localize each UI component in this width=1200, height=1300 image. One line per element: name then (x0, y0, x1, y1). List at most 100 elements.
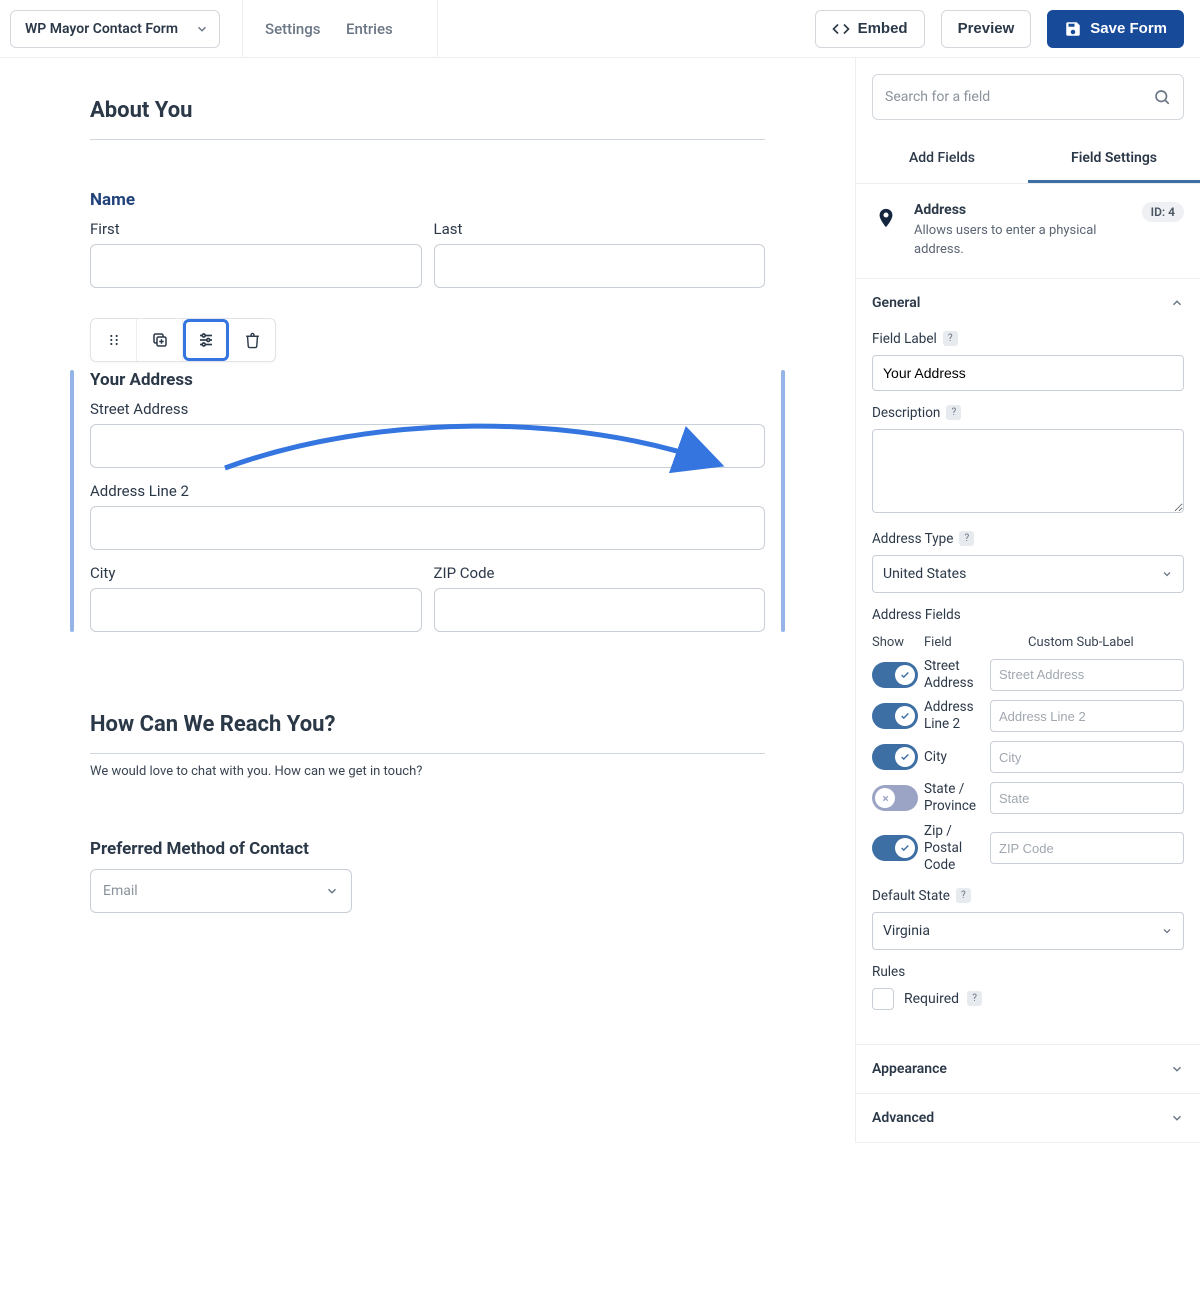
chevron-down-icon (195, 22, 209, 36)
toggle-show[interactable] (872, 835, 918, 861)
address-field[interactable]: Your Address Street Address Address Line… (90, 370, 765, 632)
delete-button[interactable] (229, 319, 275, 361)
line2-input[interactable] (90, 506, 765, 550)
first-label: First (90, 220, 422, 238)
top-bar: WP Mayor Contact Form Settings Entries E… (0, 0, 1200, 58)
panel-appearance: Appearance (856, 1045, 1200, 1094)
panel-appearance-title: Appearance (872, 1061, 947, 1077)
chevron-down-icon (1161, 925, 1173, 937)
section-reach-you: How Can We Reach You? (90, 712, 765, 754)
address-field-name: State / Province (924, 781, 990, 815)
input-field-label[interactable] (872, 355, 1184, 391)
separator (437, 0, 438, 58)
help-icon[interactable]: ? (946, 405, 961, 420)
checkbox-required[interactable] (872, 988, 894, 1010)
chevron-down-icon (1170, 1111, 1184, 1125)
address-field-row: Zip / Postal Code (872, 823, 1184, 874)
code-icon (832, 20, 850, 38)
panel-general-head[interactable]: General (856, 279, 1200, 327)
preferred-select[interactable]: Email (90, 869, 352, 913)
field-search[interactable]: Search for a field (872, 74, 1184, 120)
nav-settings[interactable]: Settings (265, 20, 321, 38)
preferred-label: Preferred Method of Contact (90, 839, 765, 859)
section-about-you: About You (90, 98, 765, 140)
toggle-show[interactable] (872, 785, 918, 811)
label-rules: Rules (872, 964, 1184, 980)
embed-label: Embed (858, 20, 908, 37)
chevron-down-icon (1170, 1062, 1184, 1076)
line2-label: Address Line 2 (90, 482, 765, 500)
chevron-up-icon (1170, 296, 1184, 310)
address-field-row: Street Address (872, 658, 1184, 692)
save-icon (1064, 20, 1082, 38)
address-field-name: Zip / Postal Code (924, 823, 990, 874)
top-nav: Settings Entries (265, 20, 415, 38)
last-input[interactable] (434, 244, 766, 288)
selection-marker (781, 370, 785, 632)
panel-appearance-head[interactable]: Appearance (856, 1045, 1200, 1093)
input-description[interactable] (872, 429, 1184, 513)
field-sidebar: Search for a field Add Fields Field Sett… (855, 58, 1200, 1143)
toggle-show[interactable] (872, 703, 918, 729)
help-icon[interactable]: ? (967, 991, 982, 1006)
panel-general-title: General (872, 295, 920, 311)
city-label: City (90, 564, 422, 582)
location-icon (872, 204, 900, 232)
panel-advanced-head[interactable]: Advanced (856, 1094, 1200, 1142)
zip-input[interactable] (434, 588, 766, 632)
select-address-type[interactable]: United States (872, 555, 1184, 593)
field-id-badge: ID: 4 (1142, 202, 1184, 222)
name-field[interactable]: Name First Last (90, 190, 765, 288)
street-input[interactable] (90, 424, 765, 468)
address-field-name: City (924, 749, 990, 766)
search-placeholder: Search for a field (885, 89, 1153, 105)
address-field-row: Address Line 2 (872, 699, 1184, 733)
separator (242, 0, 243, 58)
embed-button[interactable]: Embed (815, 10, 925, 48)
toggle-show[interactable] (872, 662, 918, 688)
settings-button[interactable] (183, 319, 229, 361)
address-label: Your Address (90, 370, 765, 390)
custom-sublabel-input[interactable] (990, 782, 1184, 814)
tab-add-fields[interactable]: Add Fields (856, 136, 1028, 183)
col-show: Show (872, 635, 924, 650)
sidebar-tabs: Add Fields Field Settings (856, 136, 1200, 184)
street-label: Street Address (90, 400, 765, 418)
label-address-fields: Address Fields (872, 607, 1184, 623)
required-label: Required (904, 991, 959, 1007)
chevron-down-icon (1161, 568, 1173, 580)
first-input[interactable] (90, 244, 422, 288)
form-switcher[interactable]: WP Mayor Contact Form (10, 10, 220, 48)
help-icon[interactable]: ? (959, 531, 974, 546)
duplicate-button[interactable] (137, 319, 183, 361)
nav-entries[interactable]: Entries (346, 20, 393, 38)
panel-advanced-title: Advanced (872, 1110, 934, 1126)
address-field-row: City (872, 741, 1184, 773)
col-field: Field (924, 635, 1028, 650)
custom-sublabel-input[interactable] (990, 659, 1184, 691)
custom-sublabel-input[interactable] (990, 700, 1184, 732)
save-label: Save Form (1090, 20, 1167, 37)
help-icon[interactable]: ? (943, 331, 958, 346)
tab-field-settings[interactable]: Field Settings (1028, 136, 1200, 183)
main: About You Name First Last (0, 58, 1200, 1143)
toggle-show[interactable] (872, 744, 918, 770)
address-field-row: State / Province (872, 781, 1184, 815)
custom-sublabel-input[interactable] (990, 832, 1184, 864)
grip-icon (106, 332, 122, 348)
panel-general: General Field Label? Description? Addres… (856, 279, 1200, 1045)
trash-icon (244, 332, 261, 349)
city-input[interactable] (90, 588, 422, 632)
drag-handle[interactable] (91, 319, 137, 361)
custom-sublabel-input[interactable] (990, 741, 1184, 773)
address-field-name: Address Line 2 (924, 699, 990, 733)
help-icon[interactable]: ? (956, 888, 971, 903)
preferred-value: Email (103, 883, 138, 899)
select-default-state[interactable]: Virginia (872, 912, 1184, 950)
field-desc: Allows users to enter a physical address… (914, 222, 1128, 260)
save-form-button[interactable]: Save Form (1047, 10, 1184, 48)
preview-button[interactable]: Preview (941, 10, 1032, 48)
address-field-name: Street Address (924, 658, 990, 692)
field-toolbar (90, 318, 276, 362)
label-description: Description? (872, 405, 1184, 421)
